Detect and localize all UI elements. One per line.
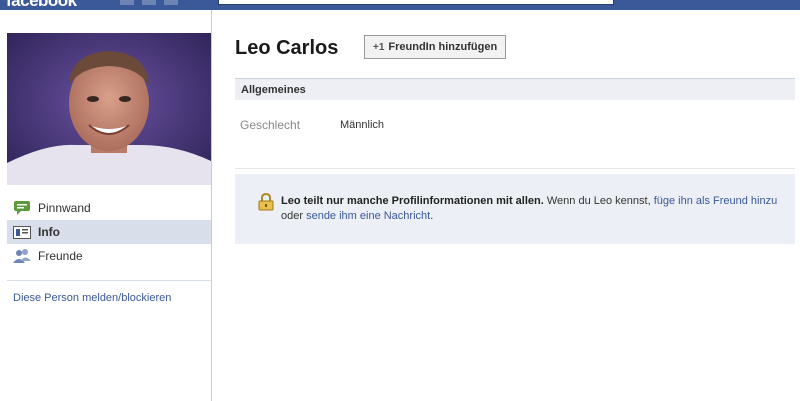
- privacy-notice-plain: .: [430, 210, 434, 222]
- info-icon: [13, 224, 31, 240]
- nav-item-label: Pinnwand: [38, 201, 91, 215]
- top-navigation-bar: facebook: [0, 0, 800, 10]
- profile-navigation: Pinnwand Info Freunde: [7, 196, 211, 268]
- add-friend-label: FreundIn hinzufügen: [388, 41, 498, 53]
- add-as-friend-link[interactable]: füge ihn als Freund hinzu: [654, 195, 778, 207]
- privacy-notice-bold: Leo teilt nur manche Profilinformationen…: [281, 195, 544, 207]
- gender-value: Männlich: [340, 119, 385, 131]
- left-sidebar: Pinnwand Info Freunde Diese Person melde…: [0, 10, 212, 401]
- nav-item-wall[interactable]: Pinnwand: [7, 196, 211, 220]
- privacy-notice: Leo teilt nur manche Profilinformationen…: [235, 174, 795, 244]
- profile-photo-image: [7, 33, 211, 185]
- friends-icon: [13, 248, 31, 264]
- send-message-link[interactable]: sende ihm eine Nachricht: [306, 210, 430, 222]
- profile-name: Leo Carlos: [235, 37, 339, 59]
- lock-icon: [257, 192, 275, 211]
- privacy-notice-text: Leo teilt nur manche Profilinformationen…: [281, 194, 781, 224]
- section-divider: [235, 168, 795, 169]
- gender-label: Geschlecht: [240, 118, 301, 132]
- add-friend-icon: +1: [373, 41, 385, 53]
- nav-item-info[interactable]: Info: [7, 220, 211, 244]
- report-block-link[interactable]: Diese Person melden/blockieren: [13, 292, 171, 304]
- profile-picture[interactable]: [7, 33, 211, 185]
- facebook-logo[interactable]: facebook: [6, 0, 77, 10]
- sidebar-divider: [7, 280, 211, 281]
- add-friend-button[interactable]: +1 FreundIn hinzufügen: [364, 35, 507, 59]
- privacy-notice-plain: Wenn du Leo kennst,: [543, 195, 654, 207]
- nav-item-friends[interactable]: Freunde: [7, 244, 211, 268]
- notifications-icon[interactable]: [164, 0, 178, 5]
- nav-item-label: Freunde: [38, 249, 83, 263]
- messages-icon[interactable]: [142, 0, 156, 5]
- privacy-notice-plain: oder: [281, 210, 307, 222]
- friend-requests-icon[interactable]: [120, 0, 134, 5]
- wall-icon: [13, 200, 31, 216]
- search-input[interactable]: [218, 0, 614, 5]
- nav-item-label: Info: [38, 225, 60, 239]
- section-header-general: Allgemeines: [235, 78, 795, 100]
